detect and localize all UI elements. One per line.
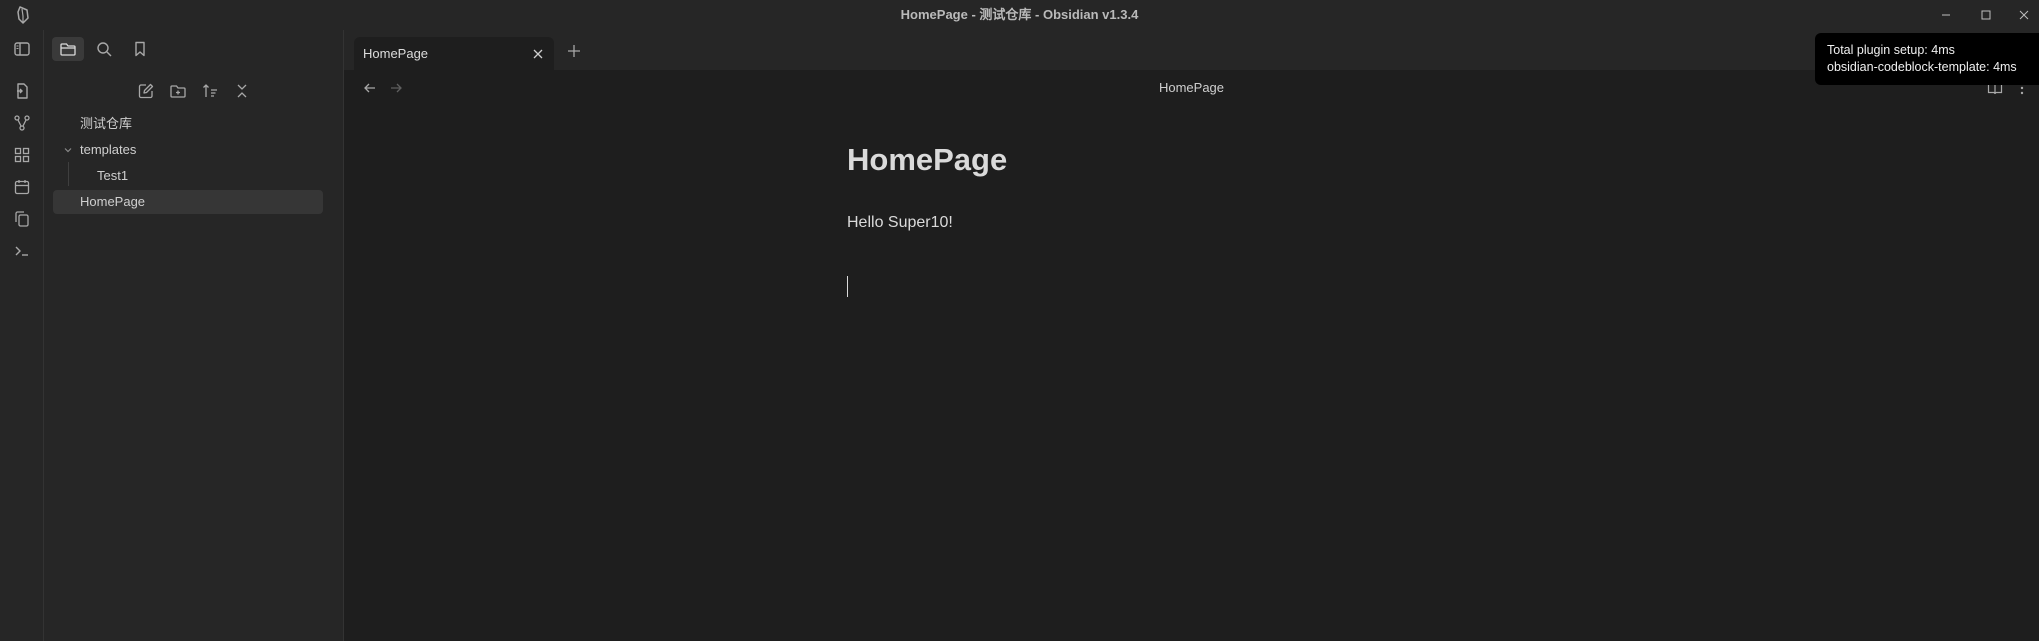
new-folder-button[interactable] [167,80,189,102]
file-explorer-actions [44,72,344,108]
view-header: HomePage [344,70,2039,106]
plus-icon [568,45,580,57]
close-window-button[interactable] [2009,0,2039,30]
toggle-sidebar-icon[interactable] [12,39,32,59]
close-icon[interactable] [530,46,546,62]
daily-note-calendar-icon[interactable] [12,177,32,197]
left-ribbon [0,30,44,641]
title-bar: HomePage - 测试仓库 - Obsidian v1.3.4 [0,0,2039,30]
text-cursor [847,276,848,297]
view-title[interactable]: HomePage [344,70,2039,106]
note-body-text[interactable]: Hello Super10! [847,214,953,232]
search-tab[interactable] [88,37,120,61]
templates-copy-icon[interactable] [12,209,32,229]
tab-title: HomePage [363,46,429,61]
startup-notice[interactable]: Total plugin setup: 4ms obsidian-codeblo… [1815,33,2039,85]
folder-label: templates [80,142,137,157]
sort-icon [203,84,217,97]
notice-line: Total plugin setup: 4ms [1827,43,1955,57]
window-title: HomePage - 测试仓库 - Obsidian v1.3.4 [900,7,1139,22]
tab-bar: HomePage [344,30,2039,70]
collapse-all-icon [237,84,247,98]
canvas-icon[interactable] [12,145,32,165]
search-icon [97,42,112,57]
file-test1[interactable]: Test1 [44,164,344,188]
chevron-down-icon[interactable] [62,138,74,162]
graph-view-icon[interactable] [12,113,32,133]
markdown-editor[interactable]: HomePage Hello Super10! [344,106,2039,641]
open-quick-switcher-icon[interactable] [12,81,32,101]
maximize-button[interactable] [1971,0,2001,30]
tab-homepage[interactable]: HomePage [354,37,554,70]
sidebar-tab-header [44,30,344,70]
collapse-all-button[interactable] [231,80,253,102]
folder-icon [60,43,76,56]
new-note-icon [138,83,154,99]
file-homepage[interactable]: HomePage [53,190,323,214]
folder-templates[interactable]: templates [44,138,344,162]
vault-root[interactable]: 测试仓库 [44,112,344,136]
bookmark-icon [135,41,145,57]
sort-order-button[interactable] [199,80,221,102]
file-label: Test1 [97,168,129,183]
left-sidebar: 测试仓库 templates Test1 HomePage [44,30,344,641]
bookmarks-tab[interactable] [124,37,156,61]
file-label: HomePage [80,194,146,209]
note-title[interactable]: HomePage [847,142,1007,178]
vault-name: 测试仓库 [80,116,133,131]
new-note-button[interactable] [135,80,157,102]
files-tab[interactable] [52,37,84,61]
minimize-button[interactable] [1931,0,1961,30]
command-palette-icon[interactable] [12,241,32,261]
notice-line: obsidian-codeblock-template: 4ms [1827,60,2017,74]
new-tab-button[interactable] [564,41,584,61]
new-folder-icon [170,85,186,98]
